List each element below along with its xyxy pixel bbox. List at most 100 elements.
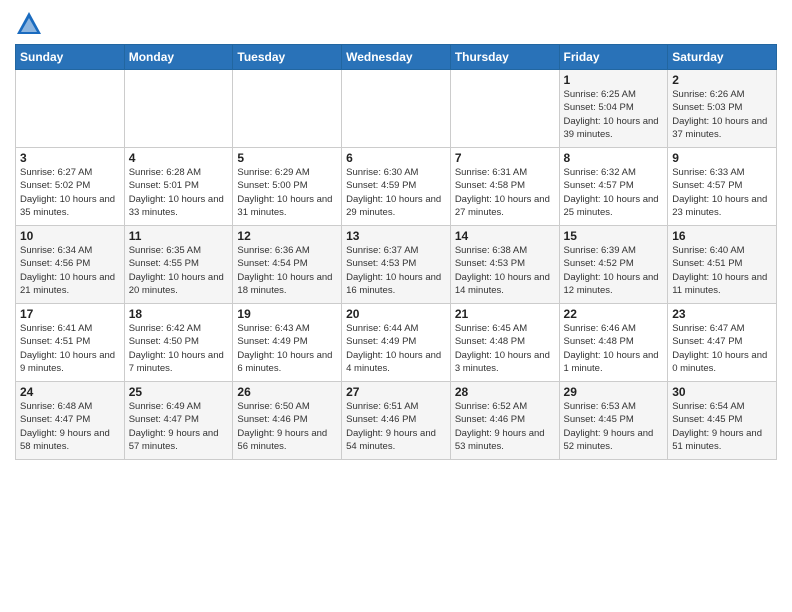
day-number: 9 <box>672 151 772 165</box>
day-info: Sunrise: 6:53 AM Sunset: 4:45 PM Dayligh… <box>564 400 664 453</box>
day-number: 11 <box>129 229 229 243</box>
day-info: Sunrise: 6:29 AM Sunset: 5:00 PM Dayligh… <box>237 166 337 219</box>
calendar-cell: 13Sunrise: 6:37 AM Sunset: 4:53 PM Dayli… <box>342 226 451 304</box>
day-number: 18 <box>129 307 229 321</box>
day-info: Sunrise: 6:48 AM Sunset: 4:47 PM Dayligh… <box>20 400 120 453</box>
day-number: 25 <box>129 385 229 399</box>
day-number: 16 <box>672 229 772 243</box>
calendar-cell: 19Sunrise: 6:43 AM Sunset: 4:49 PM Dayli… <box>233 304 342 382</box>
day-info: Sunrise: 6:33 AM Sunset: 4:57 PM Dayligh… <box>672 166 772 219</box>
calendar-cell <box>233 70 342 148</box>
day-info: Sunrise: 6:47 AM Sunset: 4:47 PM Dayligh… <box>672 322 772 375</box>
day-info: Sunrise: 6:26 AM Sunset: 5:03 PM Dayligh… <box>672 88 772 141</box>
header-tuesday: Tuesday <box>233 45 342 70</box>
day-number: 21 <box>455 307 555 321</box>
day-number: 12 <box>237 229 337 243</box>
header-saturday: Saturday <box>668 45 777 70</box>
day-info: Sunrise: 6:50 AM Sunset: 4:46 PM Dayligh… <box>237 400 337 453</box>
week-row-2: 10Sunrise: 6:34 AM Sunset: 4:56 PM Dayli… <box>16 226 777 304</box>
day-number: 2 <box>672 73 772 87</box>
header-wednesday: Wednesday <box>342 45 451 70</box>
day-info: Sunrise: 6:43 AM Sunset: 4:49 PM Dayligh… <box>237 322 337 375</box>
header-sunday: Sunday <box>16 45 125 70</box>
day-number: 17 <box>20 307 120 321</box>
day-number: 19 <box>237 307 337 321</box>
week-row-3: 17Sunrise: 6:41 AM Sunset: 4:51 PM Dayli… <box>16 304 777 382</box>
day-info: Sunrise: 6:52 AM Sunset: 4:46 PM Dayligh… <box>455 400 555 453</box>
day-number: 28 <box>455 385 555 399</box>
day-number: 1 <box>564 73 664 87</box>
day-number: 22 <box>564 307 664 321</box>
day-number: 23 <box>672 307 772 321</box>
calendar-cell: 3Sunrise: 6:27 AM Sunset: 5:02 PM Daylig… <box>16 148 125 226</box>
day-info: Sunrise: 6:32 AM Sunset: 4:57 PM Dayligh… <box>564 166 664 219</box>
day-number: 13 <box>346 229 446 243</box>
calendar-cell <box>124 70 233 148</box>
header-friday: Friday <box>559 45 668 70</box>
calendar-cell: 28Sunrise: 6:52 AM Sunset: 4:46 PM Dayli… <box>450 382 559 460</box>
day-info: Sunrise: 6:46 AM Sunset: 4:48 PM Dayligh… <box>564 322 664 375</box>
calendar-cell: 4Sunrise: 6:28 AM Sunset: 5:01 PM Daylig… <box>124 148 233 226</box>
day-info: Sunrise: 6:36 AM Sunset: 4:54 PM Dayligh… <box>237 244 337 297</box>
day-number: 10 <box>20 229 120 243</box>
week-row-4: 24Sunrise: 6:48 AM Sunset: 4:47 PM Dayli… <box>16 382 777 460</box>
calendar-cell: 6Sunrise: 6:30 AM Sunset: 4:59 PM Daylig… <box>342 148 451 226</box>
calendar-cell: 16Sunrise: 6:40 AM Sunset: 4:51 PM Dayli… <box>668 226 777 304</box>
calendar-cell: 25Sunrise: 6:49 AM Sunset: 4:47 PM Dayli… <box>124 382 233 460</box>
header-row: SundayMondayTuesdayWednesdayThursdayFrid… <box>16 45 777 70</box>
day-number: 14 <box>455 229 555 243</box>
day-number: 4 <box>129 151 229 165</box>
day-info: Sunrise: 6:39 AM Sunset: 4:52 PM Dayligh… <box>564 244 664 297</box>
day-info: Sunrise: 6:34 AM Sunset: 4:56 PM Dayligh… <box>20 244 120 297</box>
day-info: Sunrise: 6:28 AM Sunset: 5:01 PM Dayligh… <box>129 166 229 219</box>
calendar-cell: 20Sunrise: 6:44 AM Sunset: 4:49 PM Dayli… <box>342 304 451 382</box>
day-number: 26 <box>237 385 337 399</box>
day-info: Sunrise: 6:42 AM Sunset: 4:50 PM Dayligh… <box>129 322 229 375</box>
calendar-cell: 7Sunrise: 6:31 AM Sunset: 4:58 PM Daylig… <box>450 148 559 226</box>
calendar-cell: 29Sunrise: 6:53 AM Sunset: 4:45 PM Dayli… <box>559 382 668 460</box>
calendar-cell: 26Sunrise: 6:50 AM Sunset: 4:46 PM Dayli… <box>233 382 342 460</box>
day-info: Sunrise: 6:30 AM Sunset: 4:59 PM Dayligh… <box>346 166 446 219</box>
calendar-cell: 30Sunrise: 6:54 AM Sunset: 4:45 PM Dayli… <box>668 382 777 460</box>
day-info: Sunrise: 6:54 AM Sunset: 4:45 PM Dayligh… <box>672 400 772 453</box>
calendar-cell: 5Sunrise: 6:29 AM Sunset: 5:00 PM Daylig… <box>233 148 342 226</box>
calendar-cell: 10Sunrise: 6:34 AM Sunset: 4:56 PM Dayli… <box>16 226 125 304</box>
week-row-1: 3Sunrise: 6:27 AM Sunset: 5:02 PM Daylig… <box>16 148 777 226</box>
day-info: Sunrise: 6:44 AM Sunset: 4:49 PM Dayligh… <box>346 322 446 375</box>
page: SundayMondayTuesdayWednesdayThursdayFrid… <box>0 0 792 612</box>
day-number: 20 <box>346 307 446 321</box>
day-info: Sunrise: 6:37 AM Sunset: 4:53 PM Dayligh… <box>346 244 446 297</box>
day-number: 30 <box>672 385 772 399</box>
day-number: 24 <box>20 385 120 399</box>
day-info: Sunrise: 6:49 AM Sunset: 4:47 PM Dayligh… <box>129 400 229 453</box>
calendar-cell: 14Sunrise: 6:38 AM Sunset: 4:53 PM Dayli… <box>450 226 559 304</box>
day-number: 5 <box>237 151 337 165</box>
logo <box>15 10 47 38</box>
day-number: 29 <box>564 385 664 399</box>
day-info: Sunrise: 6:41 AM Sunset: 4:51 PM Dayligh… <box>20 322 120 375</box>
calendar-cell: 21Sunrise: 6:45 AM Sunset: 4:48 PM Dayli… <box>450 304 559 382</box>
day-number: 3 <box>20 151 120 165</box>
day-info: Sunrise: 6:27 AM Sunset: 5:02 PM Dayligh… <box>20 166 120 219</box>
calendar-cell: 1Sunrise: 6:25 AM Sunset: 5:04 PM Daylig… <box>559 70 668 148</box>
day-info: Sunrise: 6:38 AM Sunset: 4:53 PM Dayligh… <box>455 244 555 297</box>
calendar-table: SundayMondayTuesdayWednesdayThursdayFrid… <box>15 44 777 460</box>
calendar-cell: 18Sunrise: 6:42 AM Sunset: 4:50 PM Dayli… <box>124 304 233 382</box>
calendar-cell: 17Sunrise: 6:41 AM Sunset: 4:51 PM Dayli… <box>16 304 125 382</box>
calendar-cell: 9Sunrise: 6:33 AM Sunset: 4:57 PM Daylig… <box>668 148 777 226</box>
calendar-cell: 2Sunrise: 6:26 AM Sunset: 5:03 PM Daylig… <box>668 70 777 148</box>
calendar-cell: 27Sunrise: 6:51 AM Sunset: 4:46 PM Dayli… <box>342 382 451 460</box>
day-info: Sunrise: 6:51 AM Sunset: 4:46 PM Dayligh… <box>346 400 446 453</box>
header-monday: Monday <box>124 45 233 70</box>
day-number: 27 <box>346 385 446 399</box>
calendar-cell <box>342 70 451 148</box>
calendar-cell: 11Sunrise: 6:35 AM Sunset: 4:55 PM Dayli… <box>124 226 233 304</box>
day-number: 15 <box>564 229 664 243</box>
week-row-0: 1Sunrise: 6:25 AM Sunset: 5:04 PM Daylig… <box>16 70 777 148</box>
calendar-cell: 15Sunrise: 6:39 AM Sunset: 4:52 PM Dayli… <box>559 226 668 304</box>
day-number: 6 <box>346 151 446 165</box>
calendar-cell: 12Sunrise: 6:36 AM Sunset: 4:54 PM Dayli… <box>233 226 342 304</box>
calendar-cell: 24Sunrise: 6:48 AM Sunset: 4:47 PM Dayli… <box>16 382 125 460</box>
calendar-cell <box>450 70 559 148</box>
day-number: 7 <box>455 151 555 165</box>
